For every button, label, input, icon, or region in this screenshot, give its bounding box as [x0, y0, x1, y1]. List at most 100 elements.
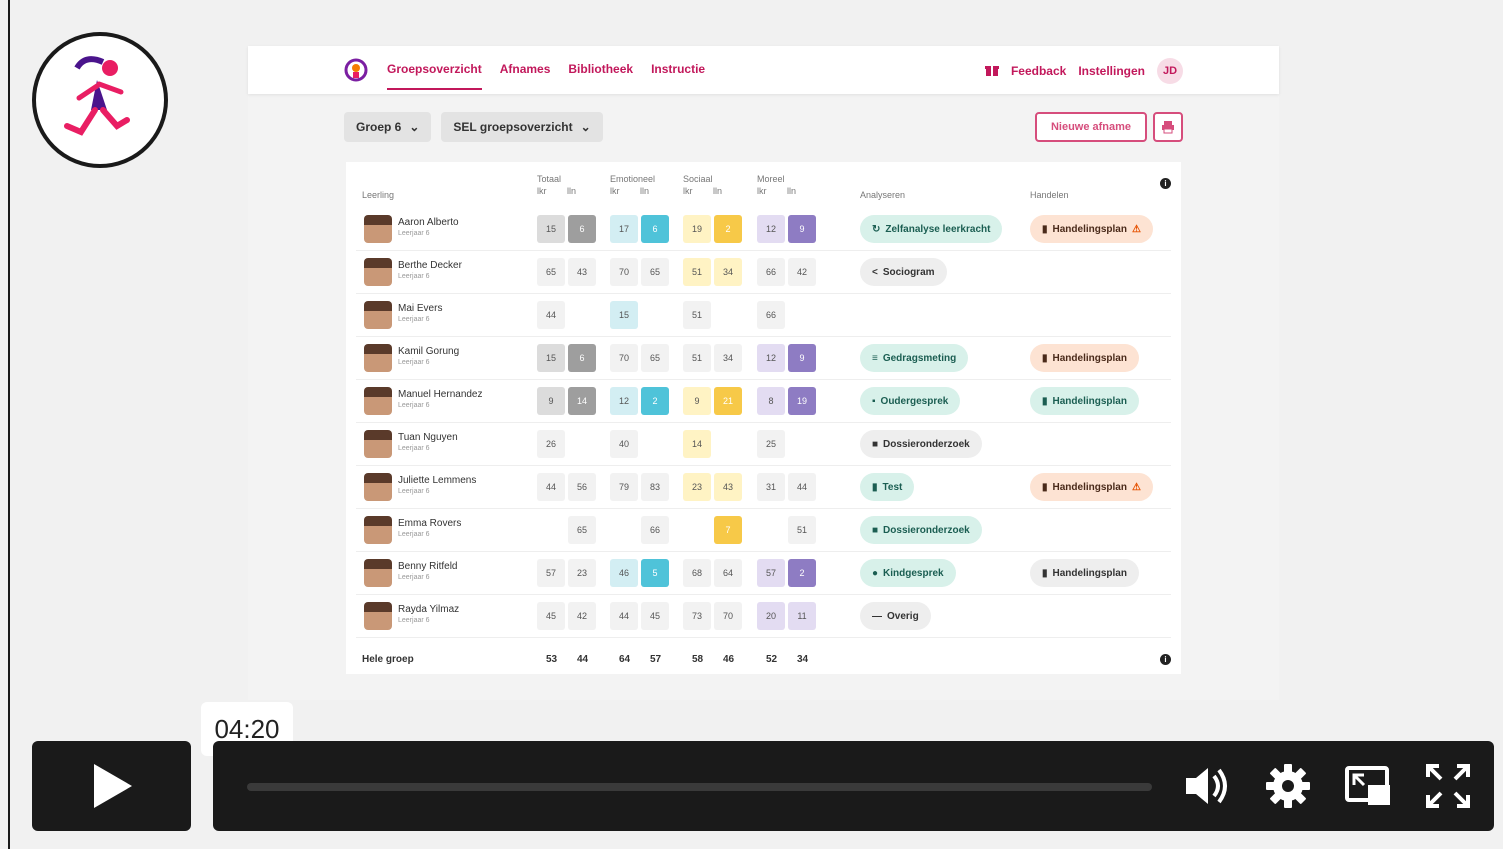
score-cell[interactable]: 8	[757, 387, 785, 415]
table-row[interactable]: Juliette Lemmens Leerjaar 6 44 56 79 83 23 43 31…	[356, 466, 1171, 509]
student-name[interactable]: Rayda Yilmaz	[398, 604, 459, 615]
score-cell[interactable]: 66	[757, 258, 785, 286]
table-row[interactable]: Benny Ritfeld Leerjaar 6 57 23 46 5 68 64 57 2 ● Ki…	[356, 552, 1171, 595]
nav-bibliotheek[interactable]: Bibliotheek	[568, 62, 633, 90]
progress-track[interactable]	[247, 783, 1152, 791]
score-cell[interactable]: 31	[757, 473, 785, 501]
student-name[interactable]: Aaron Alberto	[398, 217, 459, 228]
nav-afnames[interactable]: Afnames	[500, 62, 551, 90]
score-cell[interactable]: 2	[714, 215, 742, 243]
student-name[interactable]: Kamil Gorung	[398, 346, 459, 357]
score-cell[interactable]: 15	[537, 344, 565, 372]
settings-button[interactable]	[1263, 761, 1313, 811]
score-cell[interactable]: 51	[683, 301, 711, 329]
analyse-button[interactable]: ■ Dossieronderzoek	[860, 516, 982, 544]
score-cell[interactable]: 17	[610, 215, 638, 243]
score-cell[interactable]: 9	[788, 215, 816, 243]
volume-button[interactable]	[1181, 761, 1231, 811]
analyse-button[interactable]: ≡ Gedragsmeting	[860, 344, 969, 372]
score-cell[interactable]: 15	[610, 301, 638, 329]
score-cell[interactable]: 9	[537, 387, 565, 415]
score-cell[interactable]: 70	[714, 602, 742, 630]
score-cell[interactable]: 7	[714, 516, 742, 544]
table-row[interactable]: Tuan Nguyen Leerjaar 6 26 40 14 25 ■ Dossierond…	[356, 423, 1171, 466]
view-select[interactable]: SEL groepsoverzicht ⌄	[441, 112, 603, 142]
score-cell[interactable]: 51	[683, 258, 711, 286]
score-cell[interactable]: 44	[610, 602, 638, 630]
score-cell[interactable]: 34	[714, 258, 742, 286]
info-icon[interactable]: i	[1160, 178, 1171, 189]
score-cell[interactable]: 68	[683, 559, 711, 587]
analyse-button[interactable]: ▪ Oudergesprek	[860, 387, 961, 415]
score-cell[interactable]: 6	[568, 344, 596, 372]
analyse-button[interactable]: ↻ Zelfanalyse leerkracht	[860, 215, 1003, 243]
score-cell[interactable]: 40	[610, 430, 638, 458]
table-row[interactable]: Mai Evers Leerjaar 6 44 15 51 66	[356, 294, 1171, 337]
action-plan-button[interactable]: ▮ Handelingsplan	[1030, 344, 1139, 372]
score-cell[interactable]: 65	[641, 344, 669, 372]
table-row[interactable]: Berthe Decker Leerjaar 6 65 43 70 65 51 34 66 42 <…	[356, 251, 1171, 294]
action-plan-button[interactable]: ▮ Handelingsplan	[1030, 387, 1139, 415]
score-cell[interactable]: 12	[757, 215, 785, 243]
score-cell[interactable]: 15	[537, 215, 565, 243]
score-cell[interactable]: 83	[641, 473, 669, 501]
score-cell[interactable]: 23	[568, 559, 596, 587]
play-button[interactable]	[32, 741, 191, 831]
action-plan-button[interactable]: ▮ Handelingsplan ⚠	[1030, 215, 1153, 243]
score-cell[interactable]: 66	[641, 516, 669, 544]
score-cell[interactable]: 57	[537, 559, 565, 587]
feedback-link[interactable]: Feedback	[1011, 64, 1066, 78]
score-cell[interactable]: 21	[714, 387, 742, 415]
score-cell[interactable]: 23	[683, 473, 711, 501]
score-cell[interactable]: 44	[537, 473, 565, 501]
student-name[interactable]: Manuel Hernandez	[398, 389, 483, 400]
score-cell[interactable]: 65	[537, 258, 565, 286]
analyse-button[interactable]: — Overig	[860, 602, 931, 630]
student-name[interactable]: Berthe Decker	[398, 260, 462, 271]
analyse-button[interactable]: < Sociogram	[860, 258, 947, 286]
score-cell[interactable]: 14	[683, 430, 711, 458]
score-cell[interactable]: 42	[568, 602, 596, 630]
score-cell[interactable]: 51	[788, 516, 816, 544]
score-cell[interactable]: 73	[683, 602, 711, 630]
score-cell[interactable]: 64	[714, 559, 742, 587]
table-row[interactable]: Aaron Alberto Leerjaar 6 15 6 17 6 19 2 12 9 ↻ Zelf…	[356, 208, 1171, 251]
table-row[interactable]: Manuel Hernandez Leerjaar 6 9 14 12 2 9 21 8 19 ▪ O…	[356, 380, 1171, 423]
fullscreen-button[interactable]	[1423, 761, 1473, 811]
student-name[interactable]: Benny Ritfeld	[398, 561, 457, 572]
score-cell[interactable]: 42	[788, 258, 816, 286]
score-cell[interactable]: 25	[757, 430, 785, 458]
student-name[interactable]: Emma Rovers	[398, 518, 461, 529]
new-assessment-button[interactable]: Nieuwe afname	[1035, 112, 1147, 142]
score-cell[interactable]: 5	[641, 559, 669, 587]
score-cell[interactable]: 65	[568, 516, 596, 544]
score-cell[interactable]: 9	[683, 387, 711, 415]
score-cell[interactable]: 19	[683, 215, 711, 243]
gift-icon[interactable]	[984, 63, 999, 80]
info-icon[interactable]: i	[1160, 654, 1171, 665]
action-plan-button[interactable]: ▮ Handelingsplan ⚠	[1030, 473, 1153, 501]
score-cell[interactable]: 19	[788, 387, 816, 415]
score-cell[interactable]: 12	[610, 387, 638, 415]
score-cell[interactable]: 70	[610, 344, 638, 372]
score-cell[interactable]: 43	[714, 473, 742, 501]
analyse-button[interactable]: ■ Dossieronderzoek	[860, 430, 982, 458]
nav-groepsoverzicht[interactable]: Groepsoverzicht	[387, 62, 482, 90]
student-name[interactable]: Tuan Nguyen	[398, 432, 458, 443]
score-cell[interactable]: 2	[788, 559, 816, 587]
score-cell[interactable]: 46	[610, 559, 638, 587]
settings-link[interactable]: Instellingen	[1078, 64, 1145, 78]
score-cell[interactable]: 6	[568, 215, 596, 243]
score-cell[interactable]: 45	[641, 602, 669, 630]
table-row[interactable]: Rayda Yilmaz Leerjaar 6 45 42 44 45 73 70 20 11— O…	[356, 595, 1171, 638]
nav-instructie[interactable]: Instructie	[651, 62, 705, 90]
pip-button[interactable]	[1343, 761, 1393, 811]
score-cell[interactable]: 14	[568, 387, 596, 415]
score-cell[interactable]: 12	[757, 344, 785, 372]
score-cell[interactable]: 43	[568, 258, 596, 286]
score-cell[interactable]: 44	[788, 473, 816, 501]
score-cell[interactable]: 65	[641, 258, 669, 286]
score-cell[interactable]: 51	[683, 344, 711, 372]
student-name[interactable]: Juliette Lemmens	[398, 475, 476, 486]
score-cell[interactable]: 11	[788, 602, 816, 630]
